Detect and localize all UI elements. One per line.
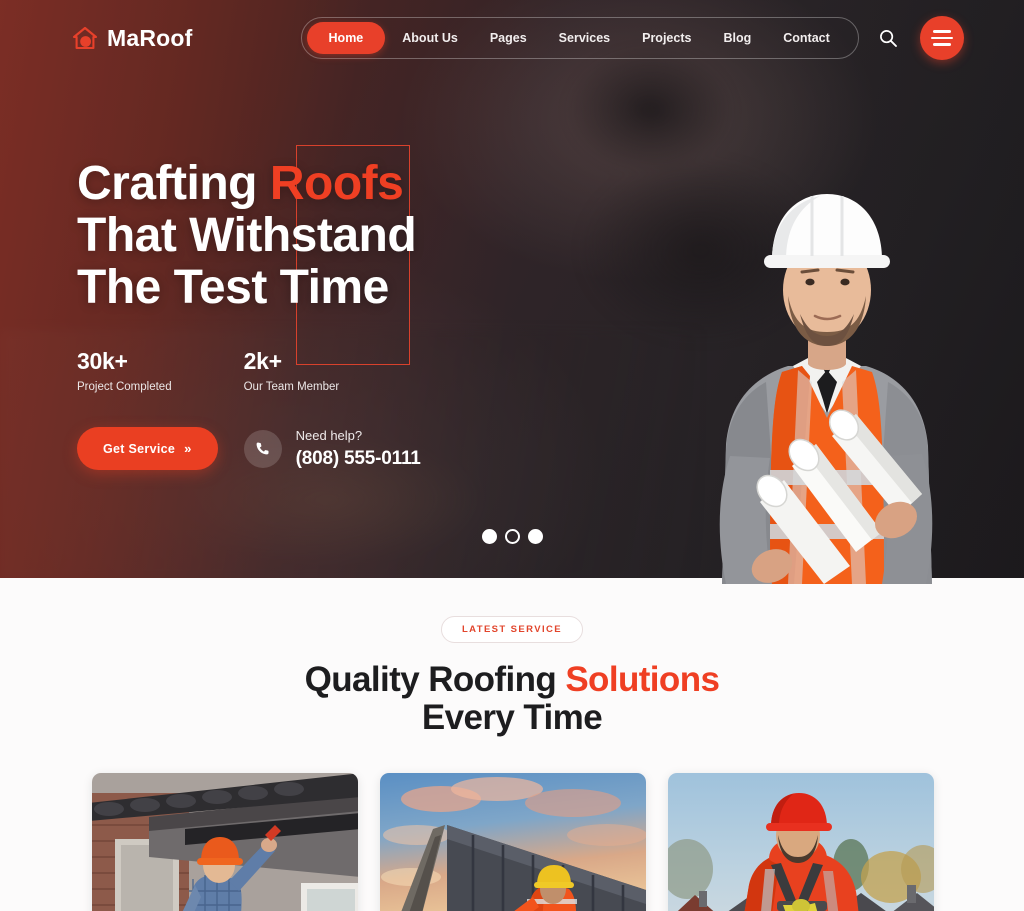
slider-dot-3[interactable] [527,529,543,544]
main-navigation: Home About Us Pages Services Projects Bl… [300,17,859,59]
nav-item-blog[interactable]: Blog [708,22,766,54]
hero-title-line1-plain: Crafting [77,157,270,210]
hamburger-menu-icon[interactable] [920,16,964,60]
house-roof-icon [72,25,98,51]
service-card-gutter-installation[interactable] [92,773,358,911]
services-heading: Quality Roofing Solutions Every Time [0,661,1024,737]
nav-item-about-us[interactable]: About Us [387,22,473,54]
nav-item-contact[interactable]: Contact [768,22,845,54]
services-section: LATEST SERVICE Quality Roofing Solutions… [0,578,1024,911]
brand-name: MaRoof [107,24,193,51]
nav-item-home[interactable]: Home [306,22,386,54]
search-icon[interactable] [878,28,898,48]
nav-item-pages[interactable]: Pages [475,22,542,54]
get-service-button[interactable]: Get Service » [77,427,218,470]
nav-item-services[interactable]: Services [544,22,625,54]
phone-icon[interactable] [243,429,282,468]
slider-dot-1[interactable] [481,529,497,544]
service-cards [0,737,1024,911]
hero-cta-row: Get Service » Need help? (808) 555-0111 [77,427,677,470]
service-card-roof-installation[interactable] [380,773,646,911]
help-text: Need help? (808) 555-0111 [296,428,421,470]
nav-item-projects[interactable]: Projects [627,22,706,54]
hero-section: MaRoof Home About Us Pages Services Proj… [0,0,1024,584]
services-heading-part1: Quality Roofing [304,660,566,699]
phone-number[interactable]: (808) 555-0111 [296,448,421,470]
hero-content: Crafting Roofs That Withstand The Test T… [77,158,677,470]
stat-projects-number: 30k+ [77,348,128,374]
stat-team-members: 2k+ Our Team Member [244,348,340,393]
hero-stats: 30k+ Project Completed 2k+ Our Team Memb… [77,348,677,393]
site-header: MaRoof Home About Us Pages Services Proj… [0,0,1024,76]
hero-engineer-image [660,114,990,584]
service-card-roof-inspection[interactable] [668,773,934,911]
brand-logo[interactable]: MaRoof [72,25,193,52]
stat-projects-label: Project Completed [77,381,172,393]
double-chevron-right-icon: » [184,441,192,456]
stat-team-label: Our Team Member [243,381,340,393]
slider-dot-2[interactable] [504,529,520,544]
latest-service-badge: LATEST SERVICE [440,616,583,643]
services-heading-part2: Every Time [421,698,603,737]
hero-title: Crafting Roofs That Withstand The Test T… [77,158,677,314]
need-help-label: Need help? [295,427,363,443]
stat-team-number: 2k+ [243,348,282,374]
hero-title-line1-accent: Roofs [269,157,404,210]
services-heading-accent: Solutions [565,660,720,699]
stat-projects-completed: 30k+ Project Completed [77,348,172,393]
get-service-label: Get Service [103,441,176,456]
hero-title-line2: That Withstand [77,209,417,262]
header-actions [878,16,964,60]
badge-wrapper: LATEST SERVICE [0,616,1024,643]
hero-title-line3: The Test Time [77,261,389,314]
help-block: Need help? (808) 555-0111 [243,428,421,470]
